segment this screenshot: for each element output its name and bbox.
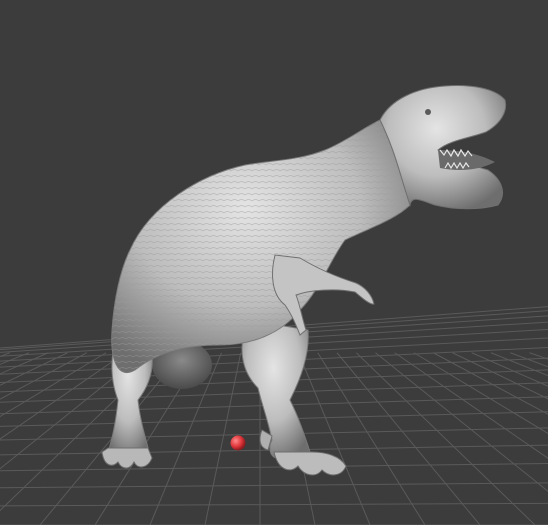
grid-line (375, 352, 548, 492)
model-torso-texture (111, 120, 411, 373)
grid-line (0, 502, 548, 507)
grid-line (0, 462, 548, 472)
grid-line (355, 352, 536, 525)
model-eye (425, 109, 431, 115)
model-right-foot (273, 451, 347, 476)
grid-line (452, 352, 548, 400)
grid-line (0, 482, 548, 489)
viewport-canvas[interactable] (0, 0, 548, 525)
grid-line (529, 352, 548, 360)
grid-line (0, 352, 10, 357)
grid-line (510, 352, 548, 368)
grid-line (394, 352, 548, 459)
model-left-foot (101, 447, 153, 469)
sphere-icon[interactable] (230, 435, 246, 451)
3d-viewport[interactable] (0, 0, 548, 525)
